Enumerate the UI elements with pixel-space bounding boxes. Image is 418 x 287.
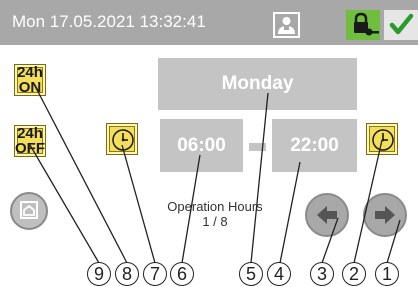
callout-6: 6	[170, 262, 194, 286]
callout-8: 8	[115, 262, 139, 286]
callout-9: 9	[87, 262, 111, 286]
callout-5: 5	[239, 262, 263, 286]
callout-leader-lines	[29, 83, 401, 264]
callout-3: 3	[310, 262, 334, 286]
callout-4: 4	[267, 262, 291, 286]
callout-2: 2	[342, 262, 366, 286]
callout-1: 1	[375, 262, 399, 286]
callout-7: 7	[143, 262, 167, 286]
